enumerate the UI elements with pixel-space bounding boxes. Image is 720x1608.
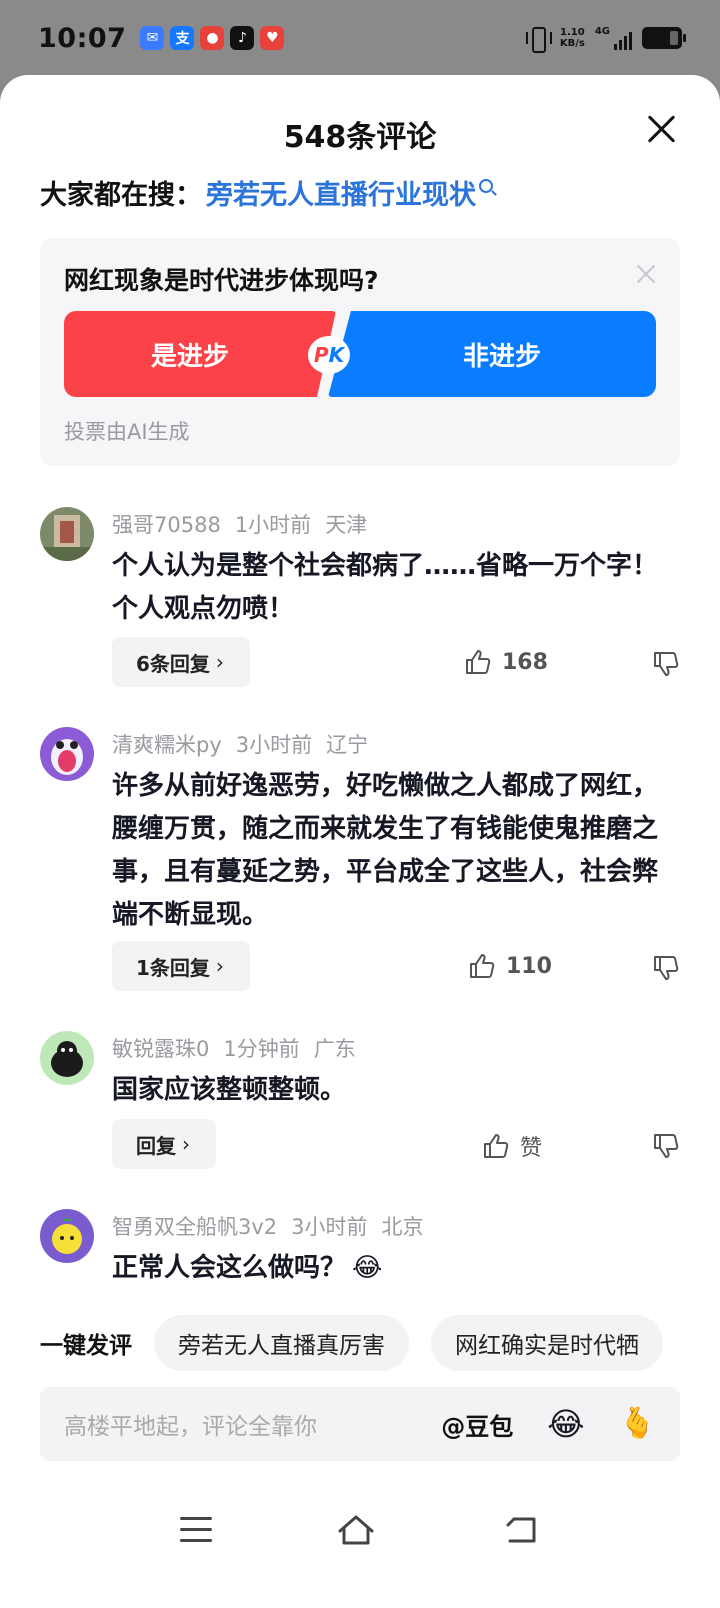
- comment-sheet: 548条评论 大家都在搜： 旁若无人直播行业现状 网红现象是时代进步体现吗? 是…: [0, 75, 720, 1608]
- poll-close-icon[interactable]: [636, 264, 656, 284]
- comment-username[interactable]: 清爽糯米py: [112, 733, 222, 757]
- comment-location: 广东: [313, 1037, 356, 1061]
- view-replies-button[interactable]: 6条回复 ›: [112, 637, 250, 687]
- avatar[interactable]: [40, 507, 94, 561]
- comment-time: 1分钟前: [223, 1037, 300, 1061]
- quick-reply-chip[interactable]: 旁若无人直播真厉害: [154, 1315, 409, 1371]
- comment-count-title: 548条评论: [283, 120, 437, 155]
- search-icon: [479, 178, 493, 193]
- thumbs-up-icon: [470, 954, 495, 978]
- comment-username[interactable]: 智勇双全船帆3v2: [112, 1215, 277, 1239]
- chevron-right-icon: ›: [182, 1132, 190, 1156]
- thumbs-down-icon[interactable]: [652, 954, 680, 982]
- network-speed: 1.10 KB/s: [560, 27, 585, 49]
- reply-button[interactable]: 回复 ›: [112, 1119, 216, 1169]
- app-icon-red: ●: [200, 26, 225, 50]
- avatar[interactable]: [40, 1031, 94, 1085]
- comment-input-placeholder[interactable]: 高楼平地起，评论全靠你: [64, 1407, 441, 1441]
- system-nav-bar: [0, 1503, 720, 1563]
- quick-reply-chip[interactable]: 网红确实是时代牺: [431, 1315, 663, 1371]
- comment-time: 3小时前: [235, 733, 313, 757]
- comment-meta: 敏锐露珠0 1分钟前 广东: [112, 1033, 370, 1063]
- comment-username[interactable]: 敏锐露珠0: [112, 1037, 209, 1061]
- view-replies-label: 1条回复: [136, 955, 210, 980]
- comment-text: 个人认为是整个社会都病了……省略一万个字！个人观点勿喷！: [112, 551, 659, 624]
- view-replies-label: 6条回复: [136, 651, 210, 676]
- thumbs-up-icon: [466, 650, 491, 674]
- app-icon-heart: ♥: [260, 26, 285, 50]
- view-replies-button[interactable]: 1条回复 ›: [112, 941, 250, 991]
- menu-icon[interactable]: [180, 1517, 212, 1543]
- comment-text: 正常人会这么做吗？ 😂: [112, 1247, 674, 1290]
- back-icon[interactable]: [504, 1515, 538, 1545]
- comment-item: 智勇双全船帆3v2 3小时前 北京 正常人会这么做吗？ 😂: [40, 1209, 680, 1309]
- laughing-crying-emoji: 😂: [352, 1253, 383, 1283]
- alipay-icon: 支: [170, 26, 195, 50]
- chevron-right-icon: ›: [215, 954, 224, 978]
- comment-time: 3小时前: [291, 1215, 368, 1239]
- avatar[interactable]: [40, 727, 94, 781]
- like-button[interactable]: 110: [468, 952, 552, 980]
- comment-username[interactable]: 强哥70588: [112, 513, 221, 537]
- comment-item: 清爽糯米py 3小时前 辽宁 许多从前好逸恶劳，好吃懒做之人都成了网红，腰缠万贯，随…: [40, 727, 680, 1007]
- trending-search[interactable]: 大家都在搜： 旁若无人直播行业现状: [40, 173, 493, 212]
- quick-reply-row: 一键发评 旁若无人直播真厉害 网红确实是时代牺: [40, 1315, 720, 1371]
- thumbs-down-icon[interactable]: [652, 1132, 680, 1160]
- quick-reply-label: 一键发评: [40, 1333, 132, 1359]
- comment-time: 1小时前: [234, 513, 312, 537]
- vibrate-icon: [524, 25, 552, 53]
- like-label: 赞: [520, 1136, 543, 1161]
- tiktok-icon: ♪: [230, 26, 255, 50]
- pk-badge: PK: [308, 336, 350, 374]
- pk-badge-k: K: [328, 343, 345, 367]
- chevron-right-icon: ›: [215, 650, 224, 674]
- app-icon-blue: ✉: [140, 26, 165, 50]
- thumbs-up-icon: [484, 1134, 509, 1158]
- poll-card: 网红现象是时代进步体现吗? 是进步 非进步 PK 投票由AI生成: [40, 238, 680, 466]
- like-button[interactable]: 赞: [482, 1130, 542, 1162]
- poll-option-yes[interactable]: 是进步: [64, 311, 336, 397]
- mention-doubao-button[interactable]: @豆包: [441, 1407, 513, 1442]
- comment-item: 敏锐露珠0 1分钟前 广东 国家应该整顿整顿。 回复 › 赞: [40, 1031, 680, 1181]
- home-icon[interactable]: [336, 1513, 376, 1547]
- avatar[interactable]: [40, 1209, 94, 1263]
- trending-search-label: 大家都在搜：: [40, 180, 202, 211]
- like-count: 168: [502, 649, 548, 675]
- close-icon[interactable]: [644, 111, 680, 147]
- poll-option-no[interactable]: 非进步: [328, 311, 656, 397]
- poll-footnote: 投票由AI生成: [64, 420, 190, 444]
- network-speed-unit: KB/s: [559, 38, 585, 49]
- comment-meta: 清爽糯米py 3小时前 辽宁: [112, 729, 382, 759]
- comment-text: 许多从前好逸恶劳，好吃懒做之人都成了网红，腰缠万贯，随之而来就发生了有钱能使鬼推…: [112, 771, 659, 930]
- like-button[interactable]: 168: [464, 648, 548, 676]
- network-type: 4G: [594, 26, 610, 37]
- network-speed-value: 1.10: [559, 27, 585, 38]
- comment-item: 强哥70588 1小时前 天津 个人认为是整个社会都病了……省略一万个字！个人观点勿…: [40, 507, 680, 697]
- notification-icons: ✉ 支 ● ♪ ♥: [140, 26, 285, 50]
- comment-location: 北京: [381, 1215, 424, 1239]
- battery-icon: [642, 27, 686, 49]
- comment-location: 辽宁: [326, 733, 369, 757]
- finger-heart-icon[interactable]: 🫰: [619, 1409, 656, 1439]
- status-time: 10:07: [38, 22, 127, 54]
- comment-input[interactable]: 高楼平地起，评论全靠你 @豆包 😂 🫰: [40, 1387, 680, 1461]
- comment-meta: 智勇双全船帆3v2 3小时前 北京: [112, 1211, 438, 1241]
- signal-icon: 4G: [595, 26, 632, 50]
- pk-badge-p: P: [313, 343, 329, 367]
- reply-label: 回复: [136, 1133, 176, 1158]
- comment-location: 天津: [325, 513, 368, 537]
- status-bar: 10:07 ✉ 支 ● ♪ ♥ 1.10 KB/s 4G: [0, 0, 720, 80]
- thumbs-down-icon[interactable]: [652, 650, 680, 678]
- comment-text: 国家应该整顿整顿。: [112, 1075, 347, 1105]
- emoji-icon[interactable]: 😂: [547, 1408, 584, 1440]
- comment-text-body: 正常人会这么做吗？: [112, 1253, 347, 1283]
- trending-search-link[interactable]: 旁若无人直播行业现状: [206, 173, 476, 212]
- comment-meta: 强哥70588 1小时前 天津: [112, 509, 381, 539]
- like-count: 110: [506, 953, 552, 979]
- poll-question: 网红现象是时代进步体现吗?: [64, 266, 379, 295]
